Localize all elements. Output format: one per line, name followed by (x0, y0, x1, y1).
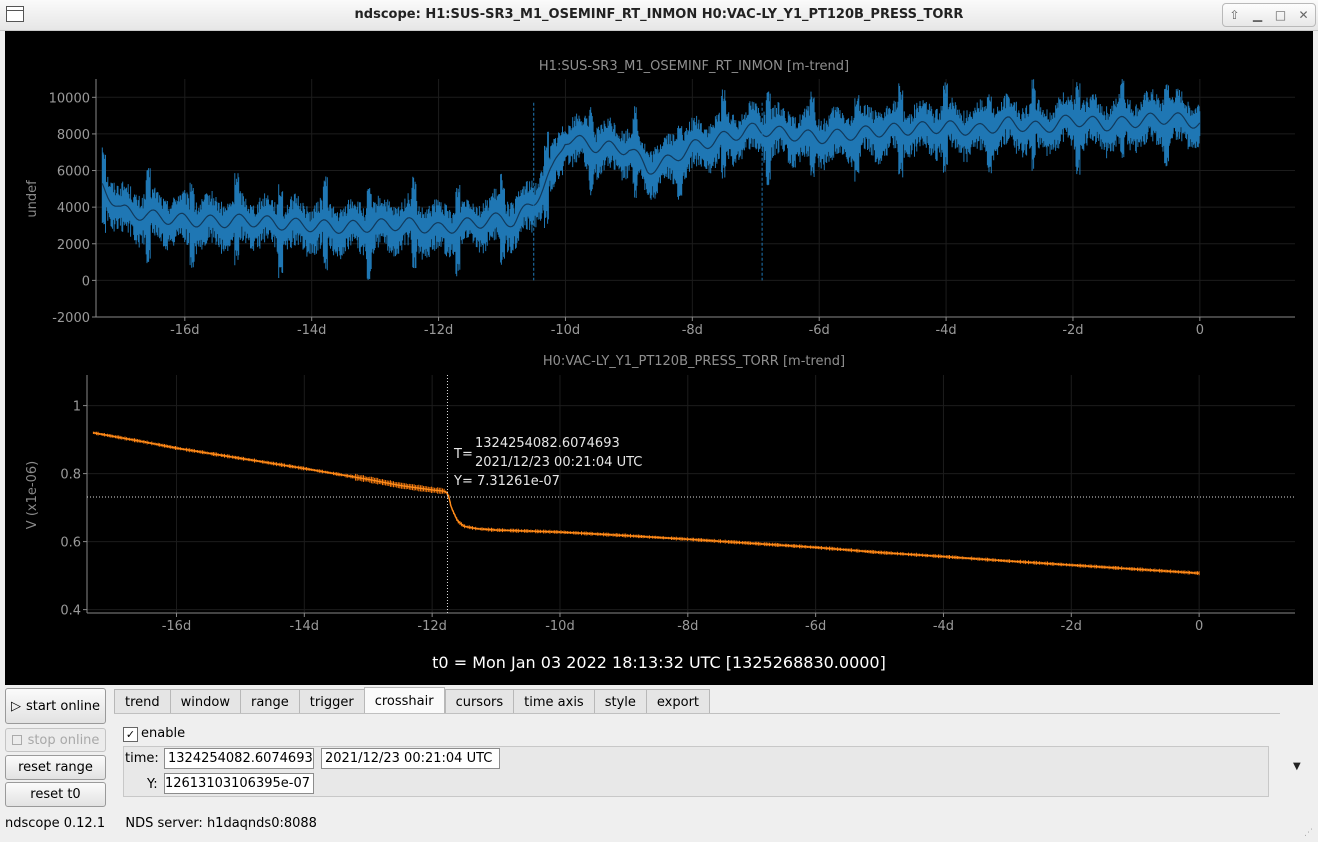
resize-grip-icon[interactable]: ⋰ (1304, 828, 1314, 838)
window-controls: ⇧ ▁ □ ✕ (1222, 3, 1316, 27)
plots-canvas[interactable]: H1:SUS-SR3_M1_OSEMINF_RT_INMON [m-trend]… (5, 31, 1313, 685)
tab-time-axis[interactable]: time axis (513, 689, 594, 714)
y-tick-label: 10000 (49, 91, 90, 106)
bottom-plot[interactable]: H0:VAC-LY_Y1_PT120B_PRESS_TORR [m-trend]… (25, 354, 1295, 634)
x-tick-label: -16d (170, 323, 200, 338)
start-online-button[interactable]: ▷ start online (5, 688, 106, 724)
x-tick-label: -6d (809, 323, 830, 338)
control-tabs: trend window range trigger crosshair cursors t… (114, 687, 711, 714)
y-tick-label: -2000 (52, 311, 90, 326)
window-titlebar: ndscope: H1:SUS-SR3_M1_OSEMINF_RT_INMON … (0, 0, 1318, 31)
x-tick-label: -16d (162, 619, 192, 634)
top-plot-title: H1:SUS-SR3_M1_OSEMINF_RT_INMON [m-trend] (539, 59, 849, 74)
start-online-label: start online (25, 698, 101, 714)
tab-cursors[interactable]: cursors (444, 689, 514, 714)
y-tick-label: 0 (82, 274, 90, 289)
tab-trigger[interactable]: trigger (298, 689, 364, 714)
series-band (92, 431, 1200, 576)
enable-label: enable (141, 726, 186, 741)
y-tick-label: 2000 (57, 238, 90, 253)
window-title: ndscope: H1:SUS-SR3_M1_OSEMINF_RT_INMON … (354, 7, 964, 22)
version-label: ndscope 0.12.1 (5, 816, 106, 831)
x-tick-label: 0 (1195, 619, 1203, 634)
y-tick-label: 8000 (57, 128, 90, 143)
crosshair[interactable] (87, 375, 1295, 613)
statusbar: ndscope 0.12.1 NDS server: h1daqnds0:808… (5, 816, 317, 831)
x-tick-label: -4d (935, 323, 956, 338)
bottom-plot-ylabel: V (x1e-06) (25, 461, 40, 529)
series-line (93, 432, 1200, 574)
y-label: Y: (147, 777, 158, 792)
tab-crosshair[interactable]: crosshair (363, 687, 445, 714)
x-tick-label: -8d (682, 323, 703, 338)
x-tick-label: -6d (805, 619, 826, 634)
top-plot-ylabel: undef (25, 180, 40, 218)
enable-checkbox[interactable]: ✓ (123, 727, 138, 742)
tab-window[interactable]: window (169, 689, 240, 714)
tab-style[interactable]: style (593, 689, 646, 714)
bottom-plot-axes: -16d -14d -12d -10d -8d -6d -4d -2d 0 1 0.8 0.6 0.4 (60, 375, 1295, 634)
stop-online-label: stop online (27, 732, 100, 748)
time-utc-field[interactable]: 2021/12/23 00:21:04 UTC (321, 748, 500, 769)
reset-t0-button[interactable]: reset t0 (5, 782, 106, 807)
crosshair-t-gps: 1324254082.6074693 (475, 436, 620, 451)
y-value-field[interactable]: 7.312613103106395e-07 (164, 773, 314, 794)
plot-area[interactable]: H1:SUS-SR3_M1_OSEMINF_RT_INMON [m-trend]… (5, 31, 1313, 685)
y-tick-label: 4000 (57, 201, 90, 216)
bottom-plot-series (92, 431, 1200, 576)
x-tick-label: -14d (297, 323, 327, 338)
y-tick-label: 0.4 (60, 604, 81, 619)
x-tick-label: 0 (1196, 323, 1204, 338)
top-plot[interactable]: H1:SUS-SR3_M1_OSEMINF_RT_INMON [m-trend]… (25, 59, 1295, 338)
reset-range-button[interactable]: reset range (5, 755, 106, 780)
x-tick-label: -10d (545, 619, 575, 634)
crosshair-t-utc: 2021/12/23 00:21:04 UTC (475, 455, 642, 470)
dropdown-arrow-icon[interactable]: ▼ (1293, 761, 1301, 772)
tab-export[interactable]: export (645, 689, 711, 714)
time-label: time: (125, 751, 159, 766)
x-tick-label: -12d (417, 619, 447, 634)
play-icon: ▷ (10, 698, 21, 714)
x-tick-label: -14d (290, 619, 320, 634)
y-tick-label: 0.8 (60, 468, 81, 483)
x-tick-label: -2d (1061, 619, 1082, 634)
bottom-plot-title: H0:VAC-LY_Y1_PT120B_PRESS_TORR [m-trend] (543, 354, 845, 369)
close-icon[interactable]: ✕ (1294, 5, 1314, 25)
x-tick-label: -2d (1062, 323, 1083, 338)
nds-server-label: NDS server: h1daqnds0:8088 (125, 816, 317, 831)
time-gps-field[interactable]: 1324254082.6074693 (164, 748, 314, 769)
tab-divider (114, 713, 1280, 714)
x-tick-label: -12d (424, 323, 454, 338)
stop-online-button[interactable]: stop online (5, 728, 106, 752)
top-plot-series (101, 79, 1201, 281)
crosshair-t-prefix: T= (453, 447, 473, 462)
x-tick-label: -4d (933, 619, 954, 634)
shade-up-icon[interactable]: ⇧ (1225, 5, 1245, 25)
maximize-icon[interactable]: □ (1271, 5, 1291, 25)
t0-label: t0 = Mon Jan 03 2022 18:13:32 UTC [13252… (432, 653, 886, 672)
crosshair-y-value: Y= 7.31261e-07 (453, 474, 560, 489)
crosshair-readout: T= 1324254082.6074693 2021/12/23 00:21:0… (453, 436, 642, 489)
series-band (101, 79, 1201, 280)
stop-icon (11, 735, 22, 745)
y-value-text: 7.312613103106395e-07 (164, 776, 310, 791)
x-tick-label: -10d (551, 323, 581, 338)
x-tick-label: -8d (677, 619, 698, 634)
tab-range[interactable]: range (239, 689, 299, 714)
tab-trend[interactable]: trend (114, 689, 170, 714)
y-tick-label: 6000 (57, 165, 90, 180)
y-tick-label: 0.6 (60, 536, 81, 551)
minimize-icon[interactable]: ▁ (1248, 5, 1268, 25)
y-tick-label: 1 (73, 400, 81, 415)
bottom-plot-grid (87, 375, 1295, 613)
